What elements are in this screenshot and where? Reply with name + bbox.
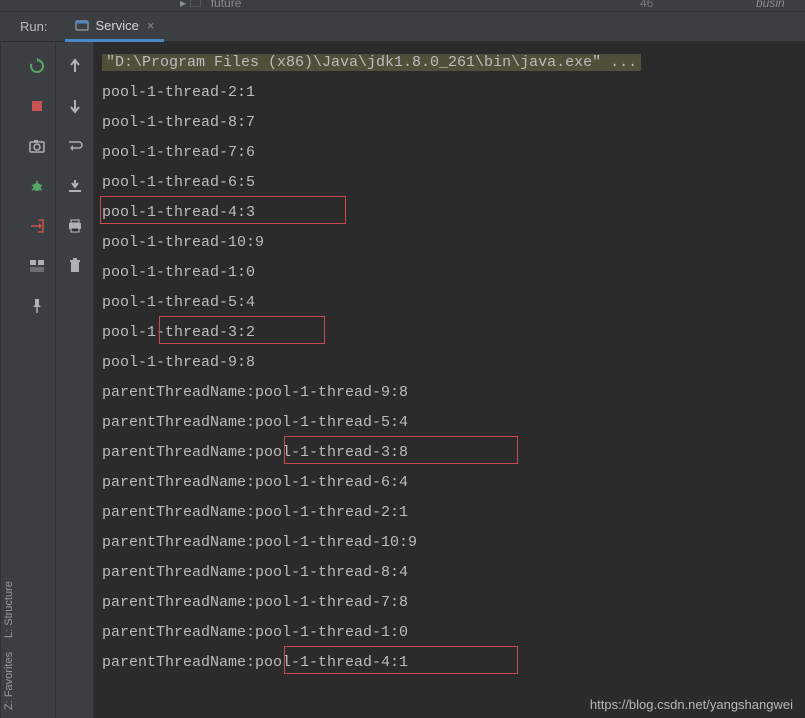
console-line: parentThreadName:pool-1-thread-1:0 [102,618,799,648]
run-gutter-primary [18,42,56,718]
tool-window-stripe[interactable]: Z: Favorites L: Structure [0,42,18,718]
console-cmd-line: "D:\Program Files (x86)\Java\jdk1.8.0_26… [102,48,799,78]
structure-tool-tab[interactable]: L: Structure [3,581,16,638]
console-line: parentThreadName:pool-1-thread-6:4 [102,468,799,498]
console-line: pool-1-thread-7:6 [102,138,799,168]
console-line: parentThreadName:pool-1-thread-5:4 [102,408,799,438]
fragment-folder-label: future [211,0,242,10]
cmd-text: "D:\Program Files (x86)\Java\jdk1.8.0_26… [102,54,641,71]
favorites-tool-tab[interactable]: Z: Favorites [3,652,16,710]
console-line: pool-1-thread-10:9 [102,228,799,258]
run-tab-service[interactable]: Service × [65,12,164,42]
console-line: pool-1-thread-5:4 [102,288,799,318]
print-icon[interactable] [65,216,85,236]
fragment-line-number: 46 [640,0,653,6]
run-tool-header: Run: Service × [0,12,805,42]
exit-icon[interactable] [27,216,47,236]
pin-icon[interactable] [27,296,47,316]
editor-fragment-top: ▸ 🗀 future 46 busin [0,0,805,12]
console-line: pool-1-thread-6:5 [102,168,799,198]
console-line: parentThreadName:pool-1-thread-3:8 [102,438,799,468]
console-line: pool-1-thread-8:7 [102,108,799,138]
run-label: Run: [0,19,57,34]
console-line: pool-1-thread-3:2 [102,318,799,348]
soft-wrap-icon[interactable] [65,136,85,156]
layout-icon[interactable] [27,256,47,276]
folder-icon: ▸ 🗀 [180,0,201,10]
close-icon[interactable]: × [147,18,155,33]
console-line: parentThreadName:pool-1-thread-8:4 [102,558,799,588]
arrow-down-icon[interactable] [65,96,85,116]
arrow-up-icon[interactable] [65,56,85,76]
run-gutter-secondary [56,42,94,718]
scroll-to-end-icon[interactable] [65,176,85,196]
console-line: parentThreadName:pool-1-thread-9:8 [102,378,799,408]
camera-icon[interactable] [27,136,47,156]
console-output[interactable]: "D:\Program Files (x86)\Java\jdk1.8.0_26… [94,42,805,718]
console-line: parentThreadName:pool-1-thread-7:8 [102,588,799,618]
console-line: pool-1-thread-9:8 [102,348,799,378]
console-line: pool-1-thread-2:1 [102,78,799,108]
run-tool-body: Z: Favorites L: Structure [0,42,805,718]
stop-icon[interactable] [27,96,47,116]
console-line: parentThreadName:pool-1-thread-2:1 [102,498,799,528]
fragment-code: busin [756,0,785,6]
app-run-icon [75,18,89,32]
console-line: pool-1-thread-4:3 [102,198,799,228]
trash-icon[interactable] [65,256,85,276]
console-line: pool-1-thread-1:0 [102,258,799,288]
run-tab-label: Service [95,18,138,33]
watermark-text: https://blog.csdn.net/yangshangwei [590,697,793,712]
debug-icon[interactable] [27,176,47,196]
console-line: parentThreadName:pool-1-thread-4:1 [102,648,799,678]
console-line: parentThreadName:pool-1-thread-10:9 [102,528,799,558]
rerun-icon[interactable] [27,56,47,76]
